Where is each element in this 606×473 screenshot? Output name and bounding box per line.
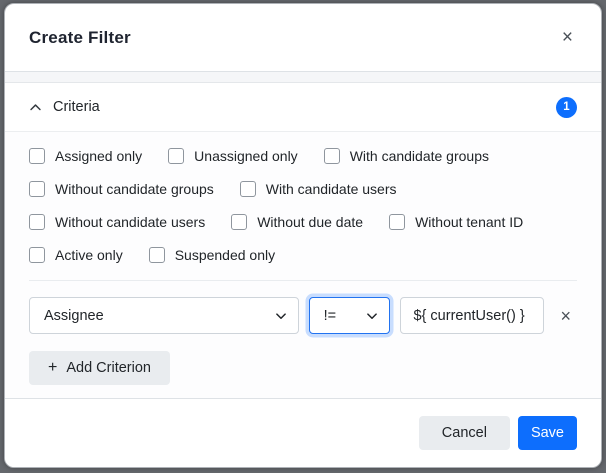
chevron-down-icon [366, 310, 378, 322]
checkbox-item-without-due-date[interactable]: Without due date [231, 214, 363, 230]
dialog-header: Create Filter × [5, 4, 601, 72]
checkbox-row: Without candidate users Without due date… [29, 214, 577, 230]
divider [29, 280, 577, 281]
checkbox-label: Active only [55, 247, 123, 263]
checkbox-row: Assigned only Unassigned only With candi… [29, 148, 577, 164]
chevron-up-icon [29, 101, 42, 114]
remove-criterion-icon[interactable]: × [554, 305, 577, 327]
chevron-down-icon [275, 310, 287, 322]
save-button[interactable]: Save [517, 416, 577, 450]
checkbox-item-with-candidate-groups[interactable]: With candidate groups [323, 148, 489, 164]
checkbox-label: With candidate users [265, 181, 397, 197]
checkbox-item-with-candidate-users[interactable]: With candidate users [239, 181, 397, 197]
checkbox-item-without-candidate-groups[interactable]: Without candidate groups [29, 181, 214, 197]
checkbox[interactable] [148, 247, 165, 263]
checkbox-item-active-only[interactable]: Active only [29, 247, 123, 263]
add-criterion-button[interactable]: + Add Criterion [29, 351, 170, 385]
dialog-footer: Cancel Save [5, 398, 601, 467]
criterion-value-input[interactable] [400, 297, 545, 334]
criterion-key-select[interactable]: Assignee [29, 297, 299, 334]
checkbox[interactable] [29, 148, 45, 164]
checkbox-row: Active only Suspended only [29, 247, 577, 263]
cancel-button[interactable]: Cancel [418, 416, 510, 450]
create-filter-dialog: Create Filter × Criteria 1 Assigned only… [4, 3, 602, 468]
checkbox-label: With candidate groups [349, 148, 489, 164]
checkbox-label: Suspended only [174, 247, 276, 263]
checkbox-label: Without candidate users [55, 214, 206, 230]
criterion-row: Assignee != × [29, 297, 577, 334]
checkbox[interactable] [239, 181, 256, 197]
checkbox[interactable] [168, 148, 185, 164]
checkbox-label: Unassigned only [194, 148, 298, 164]
checkbox[interactable] [389, 214, 406, 230]
close-icon[interactable]: × [558, 26, 577, 49]
criteria-accordion-header[interactable]: Criteria 1 [5, 83, 601, 132]
checkbox[interactable] [29, 247, 45, 263]
criteria-count-badge: 1 [556, 96, 577, 118]
checkbox-item-suspended-only[interactable]: Suspended only [148, 247, 276, 263]
checkbox-label: Assigned only [55, 148, 143, 164]
criterion-operator-value: != [323, 307, 337, 324]
checkbox-label: Without tenant ID [415, 214, 524, 230]
checkbox[interactable] [29, 181, 45, 197]
checkbox[interactable] [231, 214, 248, 230]
checkbox[interactable] [323, 148, 340, 164]
checkbox-item-without-tenant-id[interactable]: Without tenant ID [389, 214, 523, 230]
checkbox-label: Without candidate groups [55, 181, 214, 197]
dialog-title: Create Filter [29, 27, 131, 47]
criteria-section-label: Criteria [53, 99, 100, 115]
checkbox-label: Without due date [257, 214, 364, 230]
add-criterion-label: Add Criterion [66, 360, 151, 376]
criterion-operator-select[interactable]: != [308, 297, 391, 334]
checkbox[interactable] [29, 214, 45, 230]
section-gap [5, 72, 601, 83]
criteria-section-body: Assigned only Unassigned only With candi… [5, 132, 601, 398]
plus-icon: + [48, 359, 58, 376]
checkbox-item-without-candidate-users[interactable]: Without candidate users [29, 214, 205, 230]
criterion-key-value: Assignee [44, 307, 104, 324]
checkbox-row: Without candidate groups With candidate … [29, 181, 577, 197]
checkbox-item-unassigned-only[interactable]: Unassigned only [168, 148, 298, 164]
checkbox-item-assigned-only[interactable]: Assigned only [29, 148, 142, 164]
